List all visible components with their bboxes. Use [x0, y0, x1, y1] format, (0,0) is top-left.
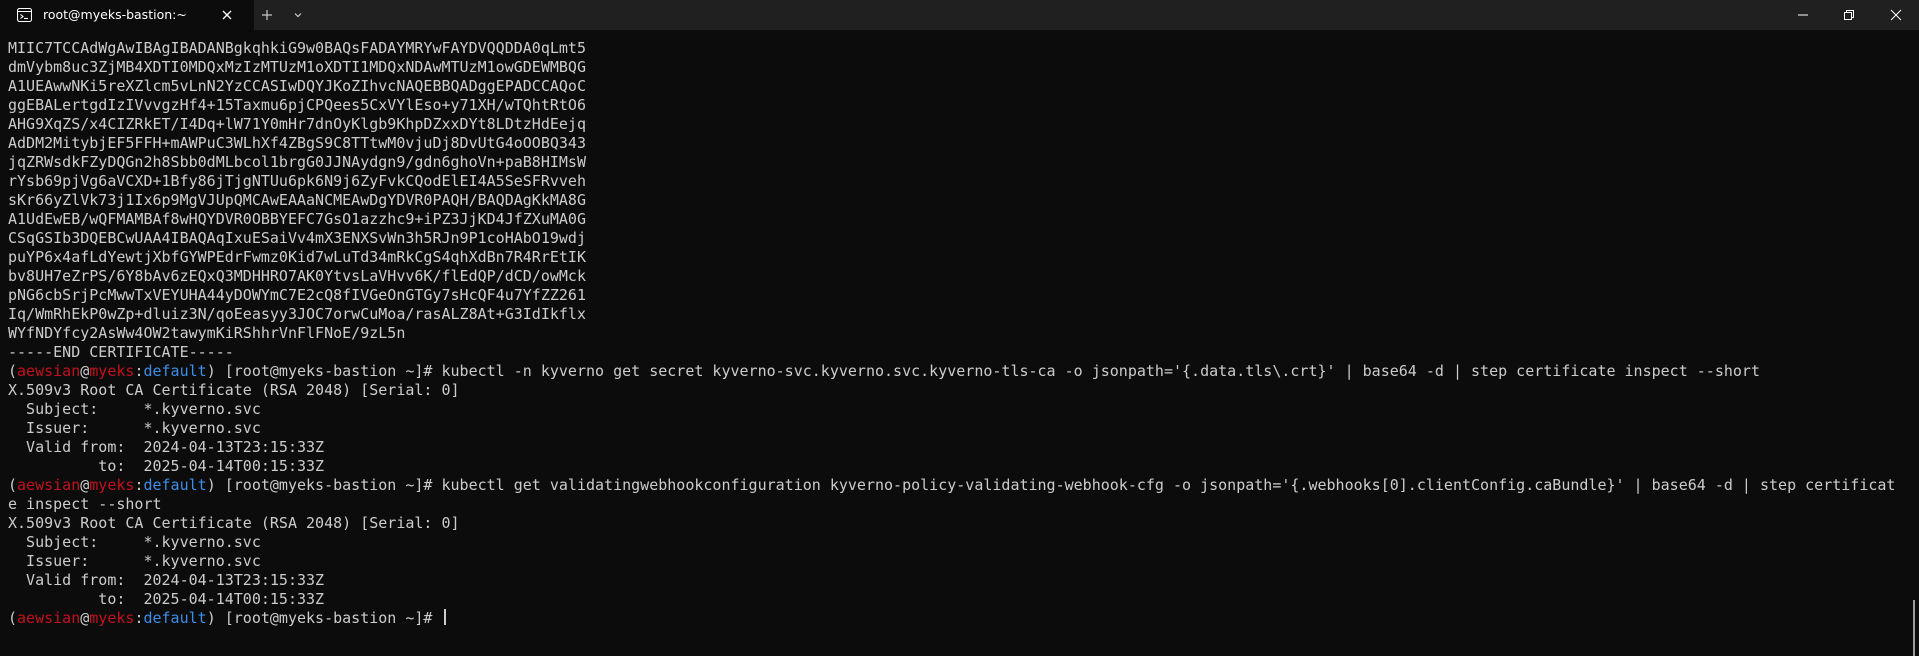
- output-line: AdDM2MitybjEF5FFH+mAWPuC3WLhXf4ZBgS9C8TT…: [8, 134, 586, 152]
- output-line: -----END CERTIFICATE-----: [8, 343, 234, 361]
- output-line: puYP6x4afLdYewtjXbfGYWPEdrFwmz0Kid7wLuTd…: [8, 248, 586, 266]
- command-wrap-line: e inspect --short: [8, 495, 162, 513]
- output-line: Issuer: *.kyverno.svc: [8, 419, 261, 437]
- prompt-host: myeks: [89, 476, 135, 494]
- prompt-paren: (: [8, 476, 18, 494]
- output-line: Subject: *.kyverno.svc: [8, 400, 261, 418]
- prompt-at: @: [80, 476, 90, 494]
- output-line: sKr66yZlVk73j1Ix6p9MgVJUpQMCAwEAAaNCMEAw…: [8, 191, 586, 209]
- close-icon[interactable]: [219, 7, 235, 23]
- text-cursor: [443, 609, 446, 625]
- prompt-context: default: [143, 476, 207, 494]
- output-line: ggEBALertgdIzIVvvgzHf4+15Taxmu6pjCPQees5…: [8, 96, 586, 114]
- output-line: Iq/WmRhEkP0wZp+dluiz3N/qoEeasyy3JOC7orwC…: [8, 305, 586, 323]
- output-line: AHG9XqZS/x4CIZRkET/I4Dq+lW71Y0mHr7dnOyKl…: [8, 115, 586, 133]
- command-line: (aewsian@myeks:default) [root@myeks-bast…: [8, 362, 1895, 381]
- tab-dropdown-button[interactable]: [288, 0, 308, 30]
- output-line: rYsb69pjVg6aVCXD+1Bfy86jTjgNTUu6pk6N9j6Z…: [8, 172, 586, 190]
- output-line: X.509v3 Root CA Certificate (RSA 2048) […: [8, 381, 460, 399]
- maximize-icon: [1844, 10, 1854, 20]
- prompt-paren: (: [8, 609, 18, 627]
- prompt-rest: ) [root@myeks-bastion ~]#: [206, 476, 442, 494]
- command-text: kubectl get validatingwebhookconfigurati…: [441, 476, 1896, 494]
- active-prompt-line[interactable]: (aewsian@myeks:default) [root@myeks-bast…: [8, 609, 1895, 628]
- output-line: X.509v3 Root CA Certificate (RSA 2048) […: [8, 514, 460, 532]
- output-line: Valid from: 2024-04-13T23:15:33Z: [8, 438, 325, 456]
- title-bar: root@myeks-bastion:~: [0, 0, 1919, 30]
- output-line: to: 2025-04-14T00:15:33Z: [8, 457, 325, 475]
- terminal-pane[interactable]: MIIC7TCCAdWgAwIBAgIBADANBgkqhkiG9w0BAQsF…: [0, 30, 1919, 656]
- output-line: Valid from: 2024-04-13T23:15:33Z: [8, 571, 325, 589]
- output-line: A1UdEwEB/wQFMAMBAf8wHQYDVR0OBBYEFC7GsO1a…: [8, 210, 586, 228]
- prompt-host: myeks: [89, 362, 135, 380]
- prompt-user: aewsian: [17, 609, 81, 627]
- output-line: dmVybm8uc3ZjMB4XDTI0MDQxMzIzMTUzM1oXDTI1…: [8, 58, 586, 76]
- prompt-context: default: [143, 609, 207, 627]
- prompt-at: @: [80, 362, 90, 380]
- command-line: (aewsian@myeks:default) [root@myeks-bast…: [8, 476, 1895, 495]
- scrollbar-thumb[interactable]: [1913, 600, 1915, 656]
- terminal-output: MIIC7TCCAdWgAwIBAgIBADANBgkqhkiG9w0BAQsF…: [8, 39, 1895, 628]
- command-text: kubectl -n kyverno get secret kyverno-sv…: [441, 362, 1761, 380]
- prompt-user: aewsian: [17, 362, 81, 380]
- output-line: WYfNDYfcy2AsWw4OW2tawymKiRShhrVnFlFNoE/9…: [8, 324, 406, 342]
- output-line: Subject: *.kyverno.svc: [8, 533, 261, 551]
- tab-terminal[interactable]: root@myeks-bastion:~: [0, 0, 254, 30]
- close-icon: [1890, 9, 1902, 21]
- terminal-icon: [17, 8, 32, 22]
- prompt-rest: ) [root@myeks-bastion ~]#: [206, 362, 442, 380]
- output-line: jqZRWsdkFZyDQGn2h8Sbb0dMLbcol1brgG0JJNAy…: [8, 153, 586, 171]
- plus-icon: [262, 10, 272, 20]
- prompt-user: aewsian: [17, 476, 81, 494]
- prompt-host: myeks: [89, 609, 135, 627]
- prompt-at: @: [80, 609, 90, 627]
- output-line: pNG6cbSrjPcMwwTxVEYUHA44yDOWYmC7E2cQ8fIV…: [8, 286, 586, 304]
- output-line: to: 2025-04-14T00:15:33Z: [8, 590, 325, 608]
- close-window-button[interactable]: [1873, 0, 1919, 30]
- minimize-icon: [1798, 14, 1808, 16]
- prompt-context: default: [143, 362, 207, 380]
- output-line: Issuer: *.kyverno.svc: [8, 552, 261, 570]
- tab-title: root@myeks-bastion:~: [43, 7, 187, 22]
- minimize-button[interactable]: [1780, 0, 1826, 30]
- prompt-paren: (: [8, 362, 18, 380]
- output-line: A1UEAwwNKi5reXZlcm5vLnN2YzCCASIwDQYJKoZI…: [8, 77, 586, 95]
- prompt-rest: ) [root@myeks-bastion ~]#: [206, 609, 442, 627]
- output-line: CSqGSIb3DQEBCwUAA4IBAQAqIxuESaiVv4mX3ENX…: [8, 229, 586, 247]
- maximize-button[interactable]: [1826, 0, 1872, 30]
- output-line: MIIC7TCCAdWgAwIBAgIBADANBgkqhkiG9w0BAQsF…: [8, 39, 586, 57]
- chevron-down-icon: [294, 13, 302, 18]
- new-tab-button[interactable]: [257, 0, 277, 30]
- output-line: bv8UH7eZrPS/6Y8bAv6zEQxQ3MDHHRO7AK0YtvsL…: [8, 267, 586, 285]
